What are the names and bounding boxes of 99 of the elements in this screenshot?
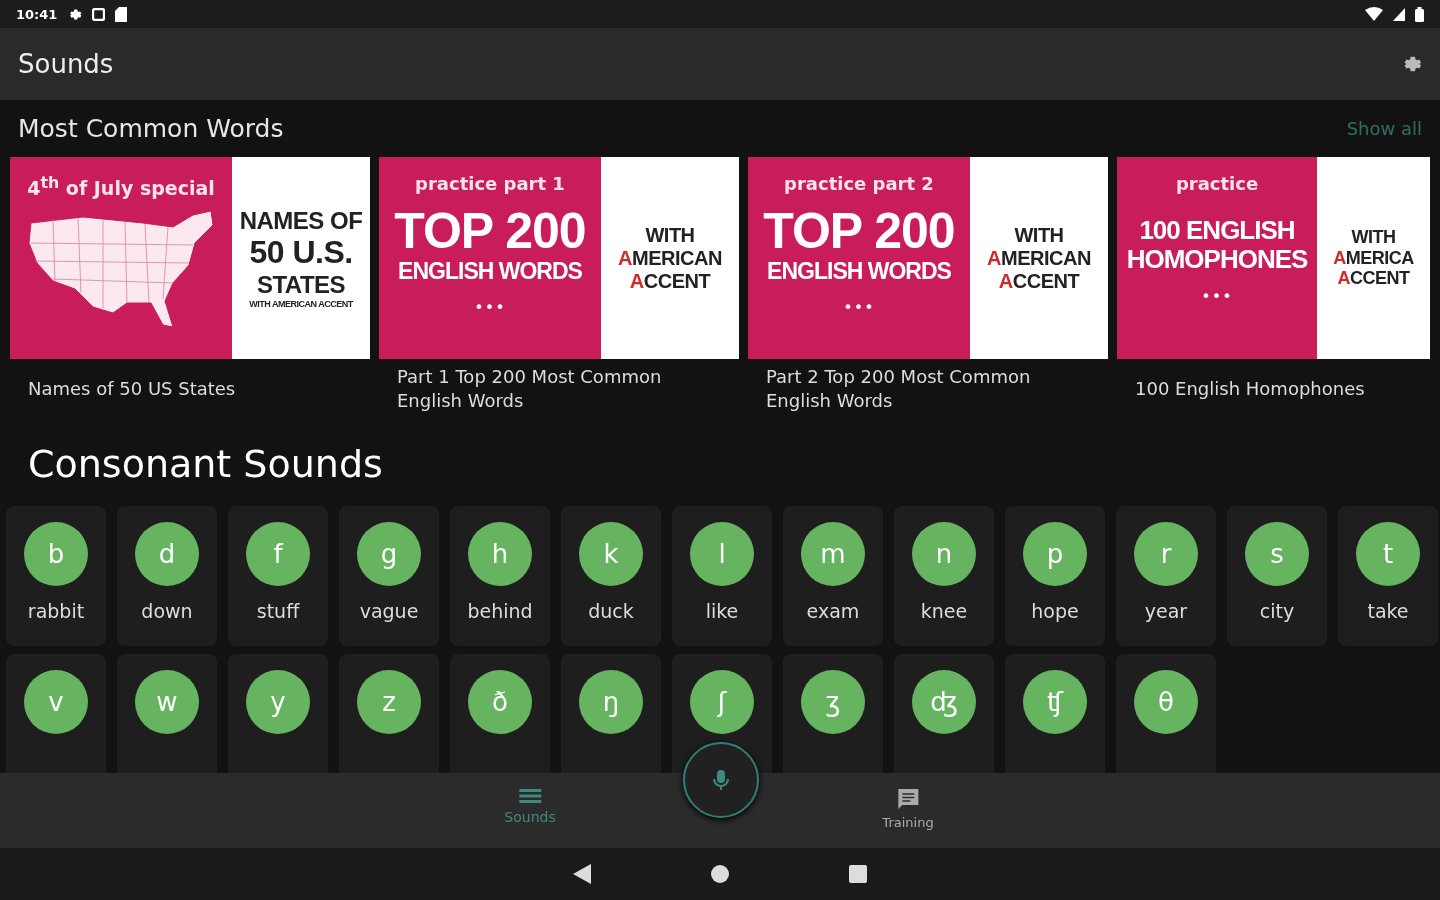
wifi-icon: [1365, 7, 1383, 21]
example-word: vague: [359, 599, 419, 622]
banner-headline: ENGLISH WORDS: [767, 259, 951, 285]
sound-tile[interactable]: f stuff: [228, 505, 328, 646]
banner-side-text: AMERICAN: [987, 246, 1091, 270]
banner-headline: HOMOPHONES: [1126, 244, 1308, 274]
thumbnail-artwork[interactable]: 4$^{th}$ of July special NAMES OF 50 U.S. STATES WITH AMERICAN ACCENT: [10, 157, 370, 359]
sound-tile[interactable]: s city: [1227, 505, 1327, 646]
phoneme-symbol: v: [24, 669, 88, 734]
phoneme-symbol: ʃ: [690, 669, 754, 734]
app-title: Sounds: [18, 49, 114, 79]
banner-side-text: AMERICA: [1333, 247, 1414, 269]
sound-tile[interactable]: p hope: [1005, 505, 1105, 646]
sound-tile[interactable]: m exam: [783, 505, 883, 646]
example-word: stuff: [256, 599, 300, 622]
nav-tab[interactable]: Sounds: [504, 787, 556, 825]
example-word: take: [1367, 599, 1409, 622]
card-caption[interactable]: 100 English Homophones: [1117, 359, 1430, 420]
back-icon[interactable]: [573, 864, 591, 884]
example-word: behind: [467, 599, 533, 622]
phoneme-symbol: h: [468, 521, 532, 586]
banner-dots: •••: [1201, 287, 1233, 307]
example-word: year: [1144, 599, 1188, 622]
phoneme-symbol: y: [246, 669, 310, 734]
example-word: hope: [1031, 599, 1079, 622]
banner-tagline: 4$^{th}$ of July special: [27, 173, 215, 200]
banner-side-text: NAMES OF: [239, 206, 363, 235]
example-word: knee: [920, 599, 968, 622]
home-icon[interactable]: [711, 865, 729, 883]
microphone-icon: [713, 769, 729, 791]
chat-icon: [896, 787, 920, 811]
example-word: exam: [806, 599, 860, 622]
banner-side-text: WITH: [1014, 223, 1064, 247]
phoneme-symbol: θ: [1134, 669, 1198, 734]
banner-headline: TOP 200: [394, 204, 586, 259]
thumbnail-artwork[interactable]: practice part 2 TOP 200 ENGLISH WORDS ••• WITH AMERICAN ACCENT: [748, 157, 1108, 359]
banner-side-text: AMERICAN: [618, 246, 722, 270]
banner-side-text: ACCENT: [1337, 268, 1410, 290]
sound-tile[interactable]: k duck: [561, 505, 661, 646]
phoneme-symbol: b: [24, 521, 88, 586]
banner-dots: •••: [474, 298, 506, 318]
banner-headline: ENGLISH WORDS: [398, 259, 582, 285]
phoneme-symbol: p: [1023, 521, 1087, 586]
banner-side-text: WITH: [645, 223, 695, 247]
phoneme-symbol: ʤ: [912, 669, 976, 734]
banner-side-text: WITH: [1351, 226, 1396, 248]
sd-card-icon: [115, 6, 128, 22]
banner-side-text: WITH AMERICAN ACCENT: [249, 298, 353, 310]
phoneme-symbol: f: [246, 521, 310, 586]
banner-tagline: practice part 1: [415, 173, 565, 194]
phoneme-symbol: n: [912, 521, 976, 586]
banner-dots: •••: [843, 298, 875, 318]
section-title: Most Common Words: [18, 114, 284, 143]
banner-headline: 100 ENGLISH: [1139, 216, 1295, 245]
phoneme-symbol: m: [801, 521, 865, 586]
card-caption[interactable]: Part 2 Top 200 Most Common English Words: [748, 359, 1108, 420]
phoneme-symbol: ʧ: [1023, 669, 1087, 734]
phoneme-symbol: r: [1134, 521, 1198, 586]
phoneme-symbol: k: [579, 521, 643, 586]
sound-tile[interactable]: r year: [1116, 505, 1216, 646]
sound-tile[interactable]: d down: [117, 505, 217, 646]
card-caption[interactable]: Part 1 Top 200 Most Common English Words: [379, 359, 739, 420]
banner-side-text: ACCENT: [629, 269, 711, 293]
phoneme-symbol: s: [1245, 521, 1309, 586]
phoneme-symbol: w: [135, 669, 199, 734]
banner-side-text: STATES: [256, 271, 346, 299]
thumbnail-artwork[interactable]: practice 100 ENGLISH HOMOPHONES ••• WITH AMERICA ACCENT: [1117, 157, 1430, 359]
phoneme-symbol: d: [135, 521, 199, 586]
card-caption[interactable]: Names of 50 US States: [10, 359, 370, 420]
banner-side-text: ACCENT: [998, 269, 1080, 293]
banner-tagline: practice part 2: [784, 173, 934, 194]
section-title: Consonant Sounds: [27, 440, 384, 488]
example-word: like: [705, 599, 739, 622]
example-word: down: [141, 599, 193, 622]
sound-tile[interactable]: t take: [1338, 505, 1438, 646]
nav-tab[interactable]: Training: [882, 787, 934, 830]
sound-tile[interactable]: l like: [672, 505, 772, 646]
phoneme-symbol: ŋ: [579, 669, 643, 734]
example-word: duck: [588, 599, 634, 622]
battery-icon: [1415, 6, 1424, 22]
sound-tile[interactable]: n knee: [894, 505, 994, 646]
phoneme-symbol: z: [357, 669, 421, 734]
sound-tile[interactable]: b rabbit: [6, 505, 106, 646]
banner-side-text: 50 U.S.: [249, 234, 353, 272]
phoneme-symbol: l: [690, 521, 754, 586]
list-icon: [518, 787, 542, 805]
phoneme-symbol: ð: [468, 669, 532, 734]
phoneme-symbol: ʒ: [801, 669, 865, 734]
banner-tagline: practice: [1175, 173, 1259, 194]
sound-tile[interactable]: h behind: [450, 505, 550, 646]
example-word: rabbit: [27, 599, 85, 622]
example-word: city: [1259, 599, 1295, 622]
phoneme-symbol: t: [1356, 521, 1420, 586]
sound-tile[interactable]: g vague: [339, 505, 439, 646]
thumbnail-artwork[interactable]: practice part 1 TOP 200 ENGLISH WORDS ••• WITH AMERICAN ACCENT: [379, 157, 739, 359]
signal-icon: [1393, 7, 1405, 21]
status-time: 10:41: [16, 6, 58, 22]
phoneme-symbol: g: [357, 521, 421, 586]
banner-headline: TOP 200: [763, 204, 955, 259]
